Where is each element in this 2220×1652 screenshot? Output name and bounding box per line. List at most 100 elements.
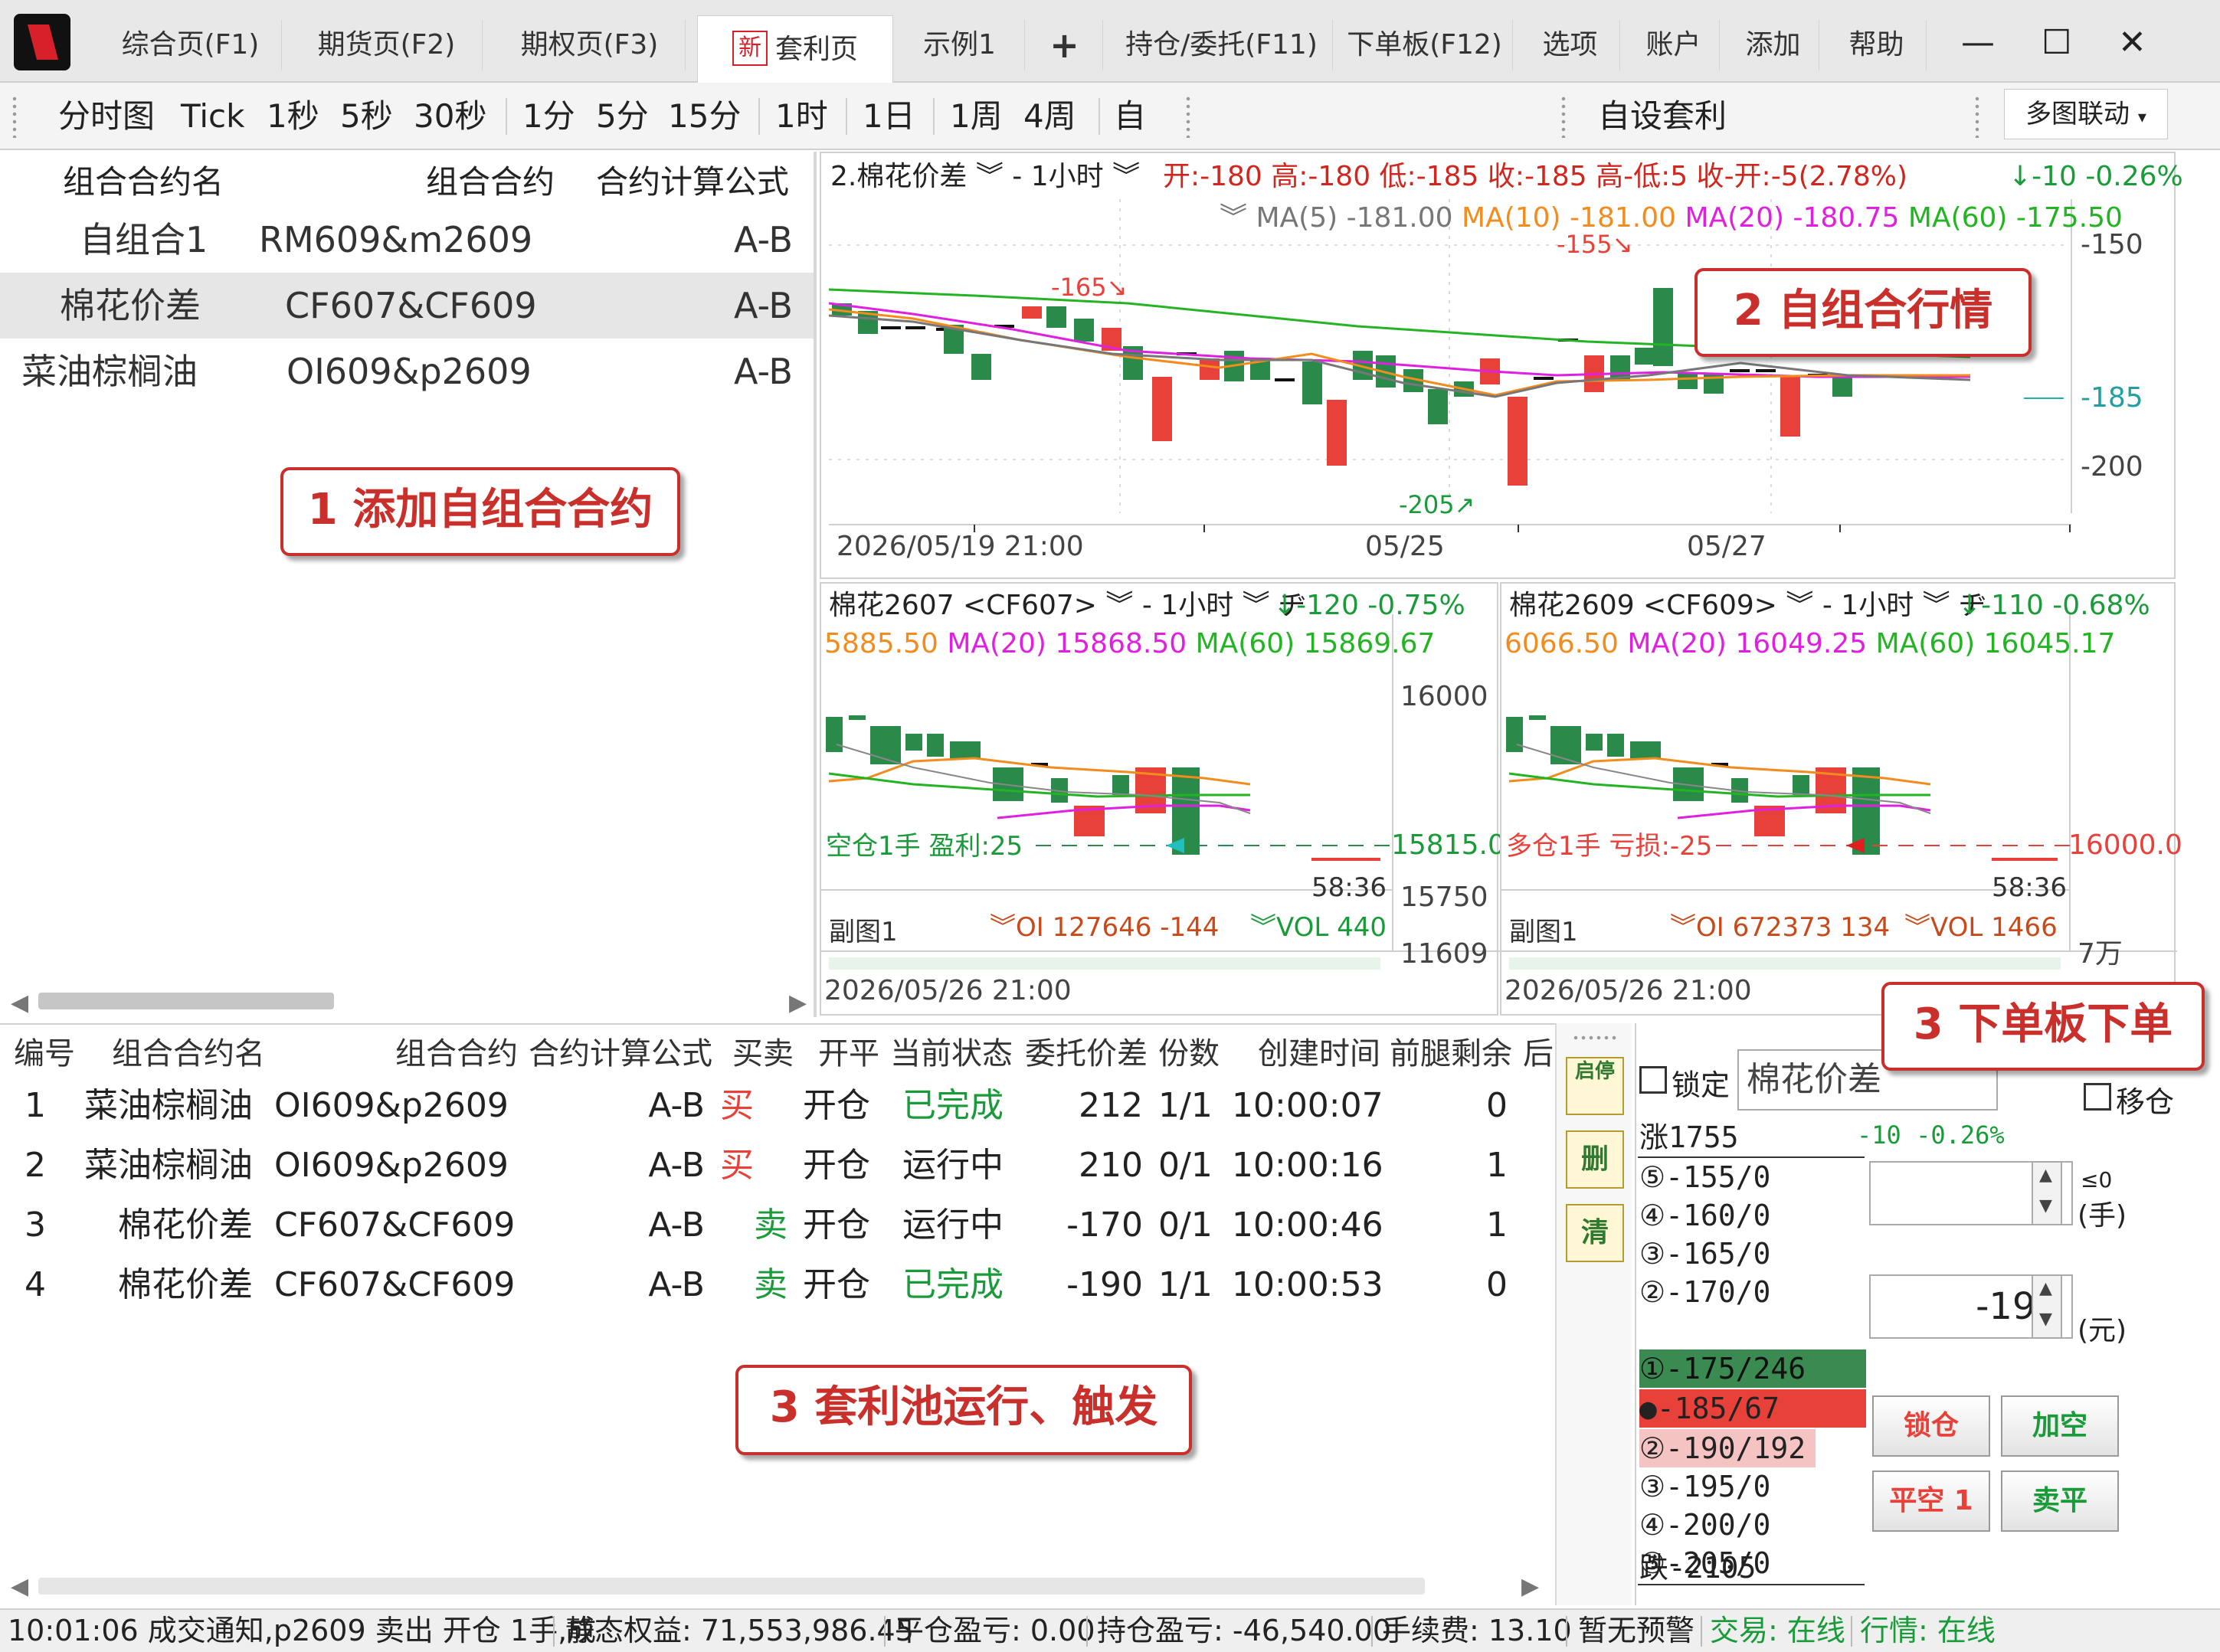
order-oc: 开仓 xyxy=(803,1205,870,1245)
ask-level[interactable]: ⑤-155/0 xyxy=(1639,1158,1869,1196)
tab-example1[interactable]: 示例1 xyxy=(895,20,1025,70)
price-stepper[interactable] xyxy=(2032,1274,2062,1339)
period-30s[interactable]: 30秒 xyxy=(414,95,486,138)
ma60-label: MA(60) 16045.17 xyxy=(1875,628,2116,659)
table-row[interactable]: 1 菜油棕榈油 OI609&p2609 A-B 买 开仓 已完成 212 1/1 10:00:07… xyxy=(0,1077,1555,1135)
header-price[interactable]: 委托价差 xyxy=(1025,1032,1148,1075)
period-4w[interactable]: 4周 xyxy=(1023,95,1076,138)
header-side[interactable]: 买卖 xyxy=(732,1032,794,1075)
menu-account[interactable]: 账户 xyxy=(1628,20,1720,70)
delete-button[interactable]: 删 xyxy=(1566,1130,1624,1189)
scroll-right-icon[interactable]: ▶ xyxy=(1521,1573,1539,1600)
maximize-icon[interactable]: ☐ xyxy=(2042,20,2071,66)
ask-level[interactable]: ②-170/0 xyxy=(1639,1273,1869,1311)
period-1h[interactable]: 1时 xyxy=(775,95,828,138)
orders-scrollbar[interactable] xyxy=(38,1578,1425,1595)
multi-chart-link-dropdown[interactable]: 多图联动 ▾ xyxy=(2004,89,2168,139)
left-panel-scrollbar[interactable] xyxy=(38,993,334,1009)
table-row[interactable]: 4 棉花价差 CF607&CF609 A-B 卖开仓 已完成 -190 1/1 10:00:53… xyxy=(0,1256,1555,1314)
period-1w[interactable]: 1周 xyxy=(950,95,1003,138)
list-item[interactable]: 菜油棕榈油 OI609&p2609 A-B xyxy=(0,339,814,404)
bid-level[interactable]: ④-200/0 xyxy=(1639,1506,1869,1544)
header-created[interactable]: 创建时间 xyxy=(1258,1032,1380,1075)
scroll-right-icon[interactable]: ▶ xyxy=(789,990,807,1016)
ask-level[interactable]: ③-165/0 xyxy=(1639,1235,1869,1273)
move-checkbox[interactable] xyxy=(2084,1083,2111,1111)
quantity-stepper[interactable] xyxy=(2032,1161,2062,1225)
alert-status[interactable]: 暂无预警 xyxy=(1578,1610,1694,1652)
start-stop-button[interactable]: 启停 xyxy=(1566,1057,1624,1115)
period-custom[interactable]: 自 xyxy=(1114,95,1146,138)
lock-position-button[interactable]: 锁仓 xyxy=(1872,1395,1990,1457)
ask-level[interactable]: ④-160/0 xyxy=(1639,1196,1869,1235)
tab-arbitrage[interactable]: 新套利页 xyxy=(697,15,893,83)
table-row[interactable]: 2 菜油棕榈油 OI609&p2609 A-B 买 开仓 运行中 210 0/1 10:00:16… xyxy=(0,1137,1555,1195)
tab-order-board[interactable]: 下单板(F12) xyxy=(1337,20,1513,70)
chevron-down-icon[interactable]: ︾ xyxy=(976,161,1004,192)
scroll-left-icon[interactable]: ◀ xyxy=(11,990,28,1016)
header-id[interactable]: 编号 xyxy=(14,1032,75,1075)
bid-level[interactable]: ②-190/192 xyxy=(1639,1429,1816,1467)
header-combo-name[interactable]: 组合合约名 xyxy=(63,161,224,204)
tab-options[interactable]: 期权页(F3) xyxy=(494,20,686,70)
header-formula[interactable]: 合约计算公式 xyxy=(596,161,789,204)
chevron-down-icon[interactable]: ︾ xyxy=(1904,912,1930,943)
period-tick[interactable]: Tick xyxy=(181,95,244,138)
period-timeshare[interactable]: 分时图 xyxy=(58,95,155,138)
close-icon[interactable]: ✕ xyxy=(2118,20,2146,66)
order-panel-change: -10 -0.26% xyxy=(1857,1120,2005,1150)
header-status[interactable]: 当前状态 xyxy=(890,1032,1013,1075)
header-combo-contract[interactable]: 组合合约 xyxy=(426,161,555,204)
table-row[interactable]: 3 棉花价差 CF607&CF609 A-B 卖开仓 运行中 -170 0/1 10:00:46… xyxy=(0,1196,1555,1255)
period-15m[interactable]: 15分 xyxy=(668,95,741,138)
main-spread-chart[interactable]: 2.棉花价差 ︾ - 1小时 ︾ 开:-180 高:-180 低:-185 收:… xyxy=(820,152,2183,579)
menu-help[interactable]: 帮助 xyxy=(1827,20,1927,70)
leg-chart-cf609[interactable]: 棉花2609 <CF609> ︾ - 1小时 ︾ ヂ ↓-110 -0.68% … xyxy=(1500,582,2182,1016)
close-short-button[interactable]: 平空 1 xyxy=(1872,1470,1990,1532)
list-item[interactable]: 自组合1 RM609&m2609 A-B xyxy=(0,207,814,273)
chevron-down-icon[interactable]: ︾ xyxy=(1112,161,1140,192)
period-5m[interactable]: 5分 xyxy=(596,95,649,138)
menu-options[interactable]: 选项 xyxy=(1521,20,1620,70)
tab-overview[interactable]: 综合页(F1) xyxy=(100,20,282,70)
chevron-down-icon[interactable]: ︾ xyxy=(1670,912,1696,943)
custom-arbitrage-button[interactable]: 自设套利 xyxy=(1598,95,1727,138)
period-1s[interactable]: 1秒 xyxy=(267,95,319,138)
sub-indicator-label[interactable]: 副图1 xyxy=(829,914,898,950)
header-combo-contract[interactable]: 组合合约 xyxy=(395,1032,518,1075)
main-chart-change: ↓-10 -0.26% xyxy=(2009,161,2183,192)
sell-close-button[interactable]: 卖平 xyxy=(2001,1470,2119,1532)
add-short-button[interactable]: 加空 xyxy=(2001,1395,2119,1457)
period-1m[interactable]: 1分 xyxy=(522,95,575,138)
scroll-left-icon[interactable]: ◀ xyxy=(11,1573,28,1600)
menu-add[interactable]: 添加 xyxy=(1727,20,1819,70)
leg-chart-cf607[interactable]: 棉花2607 <CF607> ︾ - 1小时 ︾ ヂ ↓-120 -0.75% … xyxy=(820,582,1505,1016)
order-qty: 1/1 xyxy=(1158,1086,1213,1125)
chevron-down-icon[interactable]: ︾ xyxy=(1786,590,1813,621)
chevron-down-icon[interactable]: ︾ xyxy=(1220,202,1247,234)
sub-indicator-label[interactable]: 副图1 xyxy=(1509,914,1578,950)
chevron-down-icon[interactable]: ︾ xyxy=(1923,590,1950,621)
header-qty[interactable]: 份数 xyxy=(1158,1032,1220,1075)
annotation-low-value: -205 xyxy=(1399,490,1455,519)
header-open-close[interactable]: 开平 xyxy=(818,1032,879,1075)
add-tab-button[interactable]: + xyxy=(1027,20,1103,70)
header-leg-remain[interactable]: 前腿剩余 xyxy=(1390,1032,1512,1075)
list-item[interactable]: 棉花价差 CF607&CF609 A-B xyxy=(0,273,814,339)
chevron-down-icon[interactable]: ︾ xyxy=(1250,912,1276,943)
tab-positions[interactable]: 持仓/委托(F11) xyxy=(1111,20,1333,70)
period-5s[interactable]: 5秒 xyxy=(340,95,393,138)
bid-level[interactable]: ③-195/0 xyxy=(1639,1467,1869,1506)
chevron-down-icon[interactable]: ︾ xyxy=(1243,590,1270,621)
tab-futures[interactable]: 期货页(F2) xyxy=(291,20,483,70)
period-1d[interactable]: 1日 xyxy=(863,95,915,138)
chevron-down-icon[interactable]: ︾ xyxy=(990,912,1016,943)
header-formula[interactable]: 合约计算公式 xyxy=(529,1032,712,1075)
header-combo-name[interactable]: 组合合约名 xyxy=(112,1032,265,1075)
minimize-icon[interactable]: — xyxy=(1961,20,1995,66)
lock-checkbox[interactable] xyxy=(1639,1066,1667,1094)
chevron-down-icon[interactable]: ︾ xyxy=(1105,590,1133,621)
trade-notice[interactable]: 10:01:06 成交通知,p2609 卖出 开仓 1手,成 xyxy=(8,1610,596,1652)
clear-button[interactable]: 清 xyxy=(1566,1204,1624,1262)
header-back[interactable]: 后 xyxy=(1523,1032,1554,1075)
